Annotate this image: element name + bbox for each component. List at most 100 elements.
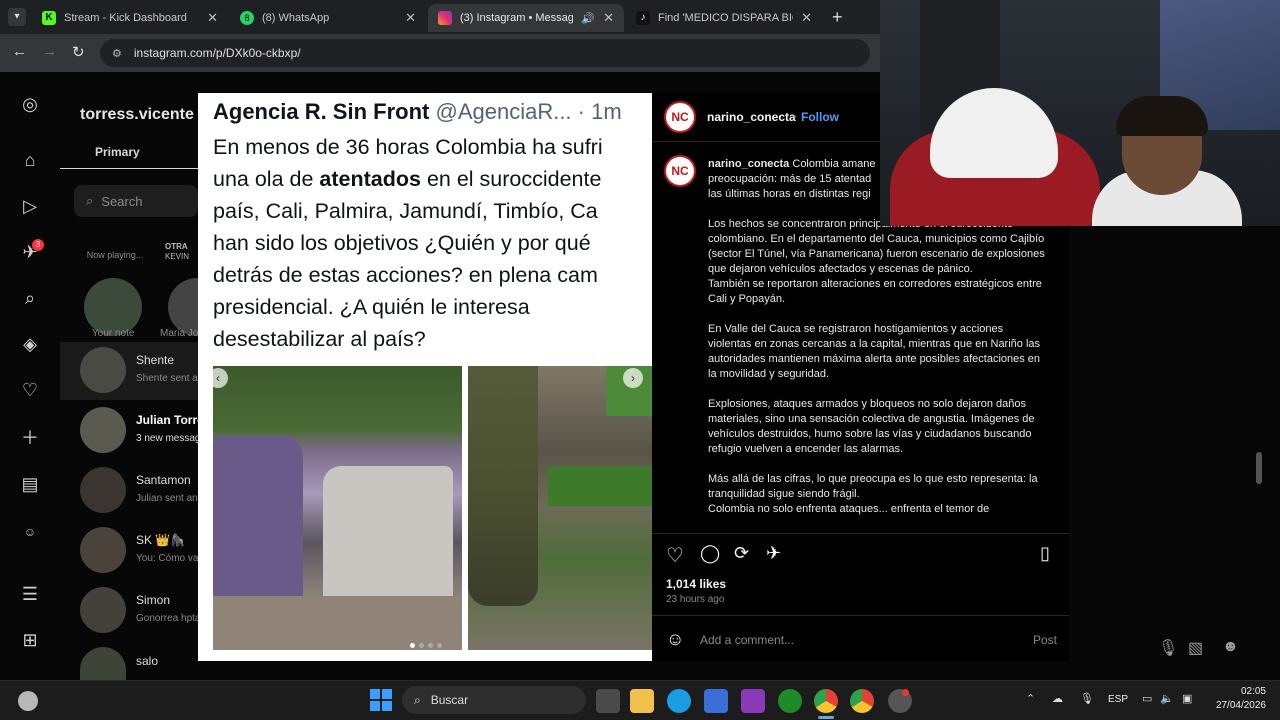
tab-title: Find 'MEDICO DISPARA BIOLOG <box>658 12 793 24</box>
chrome-icon[interactable] <box>850 689 874 713</box>
close-icon[interactable]: ✕ <box>207 10 218 26</box>
carousel-next-button[interactable]: › <box>623 368 643 388</box>
image-icon[interactable]: ▧ <box>1188 638 1203 658</box>
heart-icon[interactable]: ♡ <box>18 378 42 402</box>
tab-search-button[interactable]: ▾ <box>8 8 26 26</box>
note-other: OTRA KEVIN <box>165 242 190 261</box>
tweet-handle: @AgenciaR... <box>435 99 572 124</box>
tab-title: Stream - Kick Dashboard <box>64 12 187 24</box>
search-icon[interactable]: ⌕ <box>18 286 42 310</box>
now-playing-note: Now playing... <box>86 250 144 260</box>
reload-icon[interactable]: ↻ <box>72 43 85 61</box>
caption-account[interactable]: narino_conecta <box>708 158 789 170</box>
repost-icon[interactable]: ⟳ <box>734 543 749 564</box>
record-indicator <box>902 689 909 696</box>
taskbar-search[interactable]: ⌕ Buscar <box>402 686 586 714</box>
task-view-icon[interactable] <box>596 689 620 713</box>
likes-count[interactable]: 1,014 likes <box>666 577 726 591</box>
xbox-icon[interactable] <box>778 689 802 713</box>
avatar[interactable] <box>80 467 126 513</box>
close-icon[interactable]: ✕ <box>603 10 614 26</box>
weather-icon[interactable] <box>18 691 38 711</box>
forward-arrow-icon[interactable]: → <box>42 43 57 60</box>
close-icon[interactable]: ✕ <box>405 10 416 26</box>
instagram-logo-icon[interactable]: ◎ <box>18 92 42 116</box>
comment-input[interactable]: Add a comment... <box>700 633 794 647</box>
tab-whatsapp[interactable]: 8 (8) WhatsApp ✕ <box>230 4 426 32</box>
onedrive-icon[interactable]: ☁ <box>1052 692 1063 705</box>
tab-primary[interactable]: Primary <box>95 145 140 159</box>
explore-icon[interactable]: ◈ <box>18 332 42 356</box>
thread-name[interactable]: salo <box>136 654 158 668</box>
apps-icon[interactable]: ⊞ <box>18 628 42 652</box>
post-account[interactable]: narino_conecta <box>707 110 796 124</box>
volume-icon[interactable]: 🔈 <box>1160 692 1174 705</box>
battery-icon[interactable]: ▣ <box>1182 692 1192 705</box>
tab-kick[interactable]: K Stream - Kick Dashboard ✕ <box>32 4 228 32</box>
tab-instagram[interactable]: (3) Instagram • Messages 🔊 ✕ <box>428 4 624 32</box>
bookmark-icon[interactable]: ▯ <box>1040 543 1050 564</box>
taskbar: ⌕ Buscar ⌃ ☁ 🎙 ESP ▭ 🔈 ▣ 02:05 27/04/202… <box>0 680 1280 720</box>
thread-preview: Shente sent a <box>136 373 198 384</box>
post-media: Agencia R. Sin Front @AgenciaR... · 1m E… <box>198 93 652 661</box>
avatar[interactable] <box>80 647 126 680</box>
sticker-icon[interactable]: ☻ <box>1222 638 1239 656</box>
speaker-icon[interactable]: 🔊 <box>581 12 595 25</box>
thread-name[interactable]: Santamon <box>136 473 191 487</box>
thread-name[interactable]: SK 👑🦍 <box>136 533 185 547</box>
inbox-username[interactable]: torress.vicente <box>80 106 194 124</box>
clock-date: 27/04/2026 <box>1215 700 1266 711</box>
back-arrow-icon[interactable]: ← <box>12 43 27 60</box>
your-note-label: Your note <box>92 328 135 339</box>
dashboard-icon[interactable]: ▤ <box>18 472 42 496</box>
share-icon[interactable]: ✈ <box>766 543 781 564</box>
browser-tab-strip: ▾ K Stream - Kick Dashboard ✕ 8 (8) What… <box>0 0 880 34</box>
thread-name[interactable]: Simon <box>136 593 170 607</box>
emoji-icon[interactable]: ☺ <box>666 629 684 650</box>
active-app-indicator <box>818 716 834 719</box>
microphone-icon[interactable]: 🎙 <box>1158 638 1178 658</box>
microphone-icon[interactable]: 🎙 <box>1080 692 1094 705</box>
search-input[interactable]: ⌕ Search <box>74 185 198 217</box>
thread-name[interactable]: Shente <box>136 353 174 367</box>
avatar[interactable] <box>80 407 126 453</box>
tab-tiktok[interactable]: ♪ Find 'MEDICO DISPARA BIOLOG ✕ <box>626 4 822 32</box>
menu-icon[interactable]: ☰ <box>18 582 42 606</box>
close-icon[interactable]: ✕ <box>801 10 812 26</box>
file-explorer-icon[interactable] <box>630 689 654 713</box>
address-bar[interactable]: ⚙ instagram.com/p/DXk0o-ckbxp/ <box>100 39 870 67</box>
new-tab-button[interactable]: + <box>832 7 843 28</box>
edge-icon[interactable] <box>667 689 691 713</box>
network-icon[interactable]: ▭ <box>1142 692 1152 705</box>
heart-icon[interactable]: ♡ <box>666 543 684 568</box>
follow-button[interactable]: Follow <box>801 110 839 124</box>
clock[interactable]: 02:05 27/04/2026 <box>1210 685 1266 713</box>
avatar[interactable] <box>80 587 126 633</box>
store-icon[interactable] <box>704 689 728 713</box>
carousel-prev-button[interactable]: ‹ <box>208 368 228 388</box>
scrollbar-thumb[interactable] <box>1256 452 1262 484</box>
avatar[interactable] <box>80 527 126 573</box>
language-indicator[interactable]: ESP <box>1108 694 1128 705</box>
create-icon[interactable]: ＋ <box>18 426 42 450</box>
thread-preview: 3 new messag <box>136 433 201 444</box>
thread-name[interactable]: Julian Torre <box>136 413 204 427</box>
avatar[interactable]: NC <box>664 101 696 133</box>
avatar[interactable] <box>80 347 126 393</box>
chrome-icon[interactable] <box>814 689 838 713</box>
home-icon[interactable]: ⌂ <box>18 148 42 172</box>
avatar[interactable]: NC <box>664 155 696 187</box>
comment-icon[interactable]: ◯ <box>700 543 720 564</box>
site-info-icon[interactable]: ⚙ <box>112 47 122 60</box>
profile-icon[interactable]: ☺ <box>18 520 42 544</box>
chevron-up-icon[interactable]: ⌃ <box>1026 692 1035 705</box>
tab-title: (8) WhatsApp <box>262 12 330 24</box>
post-comment-button[interactable]: Post <box>1033 633 1057 647</box>
reels-icon[interactable]: ▷ <box>18 194 42 218</box>
clock-time: 02:05 <box>1240 686 1266 697</box>
start-icon[interactable] <box>370 689 392 711</box>
tweet-header: Agencia R. Sin Front @AgenciaR... · 1m <box>213 99 622 125</box>
whatsapp-icon: 8 <box>240 11 254 25</box>
webcam-overlay <box>880 0 1280 226</box>
app-icon[interactable] <box>741 689 765 713</box>
